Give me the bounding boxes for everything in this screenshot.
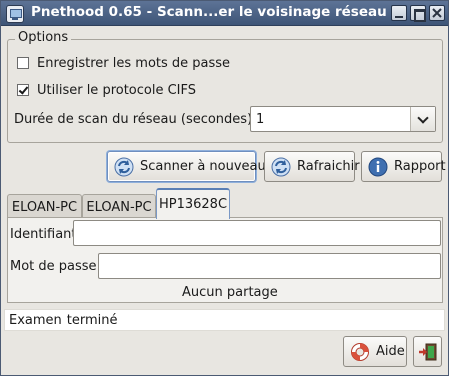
minimize-button[interactable] [391,5,407,21]
scan-duration-label: Durée de scan du réseau (secondes): [14,112,257,127]
help-button[interactable]: Aide [343,336,407,367]
refresh-button[interactable]: Rafraichir [264,151,360,182]
identifier-label: Identifiant [10,227,77,242]
rescan-label: Scanner à nouveau [140,159,266,174]
title-bar[interactable]: Pnethood 0.65 - Scann...er le voisinage … [1,1,448,26]
refresh-label: Rafraichir [297,159,360,174]
tab-label: ELOAN-PC [11,200,78,215]
save-passwords-row[interactable]: Enregistrer les mots de passe [17,55,230,71]
exit-button[interactable] [413,336,442,367]
status-bar: Examen terminé [4,309,445,331]
window-title: Pnethood 0.65 - Scann...er le voisinage … [31,4,387,20]
save-passwords-checkbox[interactable] [17,57,29,69]
status-word-1: Examen [9,313,62,328]
password-label: Mot de passe [10,259,97,274]
exit-door-icon [419,343,437,360]
shares-status: Aucun partage [182,285,278,300]
tab-hp13628c[interactable]: HP13628C [156,188,230,219]
use-cifs-row[interactable]: Utiliser le protocole CIFS [17,82,196,98]
scan-duration-combo[interactable]: 1 [250,106,436,132]
rescan-button[interactable]: Scanner à nouveau [107,151,266,182]
tab-label: HP13628C [158,197,228,212]
tab-label: ELOAN-PC [86,200,152,215]
close-icon [432,8,442,18]
use-cifs-label: Utiliser le protocole CIFS [37,82,197,98]
help-label: Aide [376,344,405,359]
close-button[interactable] [429,5,445,21]
network-app-icon[interactable] [6,5,24,23]
scan-duration-value[interactable]: 1 [256,112,264,127]
lifebuoy-icon [351,342,369,361]
report-label: Rapport [394,159,446,174]
use-cifs-checkbox[interactable] [17,84,29,96]
save-passwords-label: Enregistrer les mots de passe [37,55,231,71]
maximize-button[interactable] [410,5,426,22]
info-icon [368,157,388,176]
refresh-arrows-icon [114,157,134,176]
password-field[interactable] [98,253,441,279]
identifier-field[interactable] [73,220,441,246]
app-window: Pnethood 0.65 - Scann...er le voisinage … [0,0,449,376]
status-word-2: terminé [66,313,118,328]
chevron-down-icon[interactable] [410,107,435,131]
refresh-arrows-icon [271,157,291,176]
options-legend: Options [15,30,72,45]
report-button[interactable]: Rapport [361,151,446,182]
